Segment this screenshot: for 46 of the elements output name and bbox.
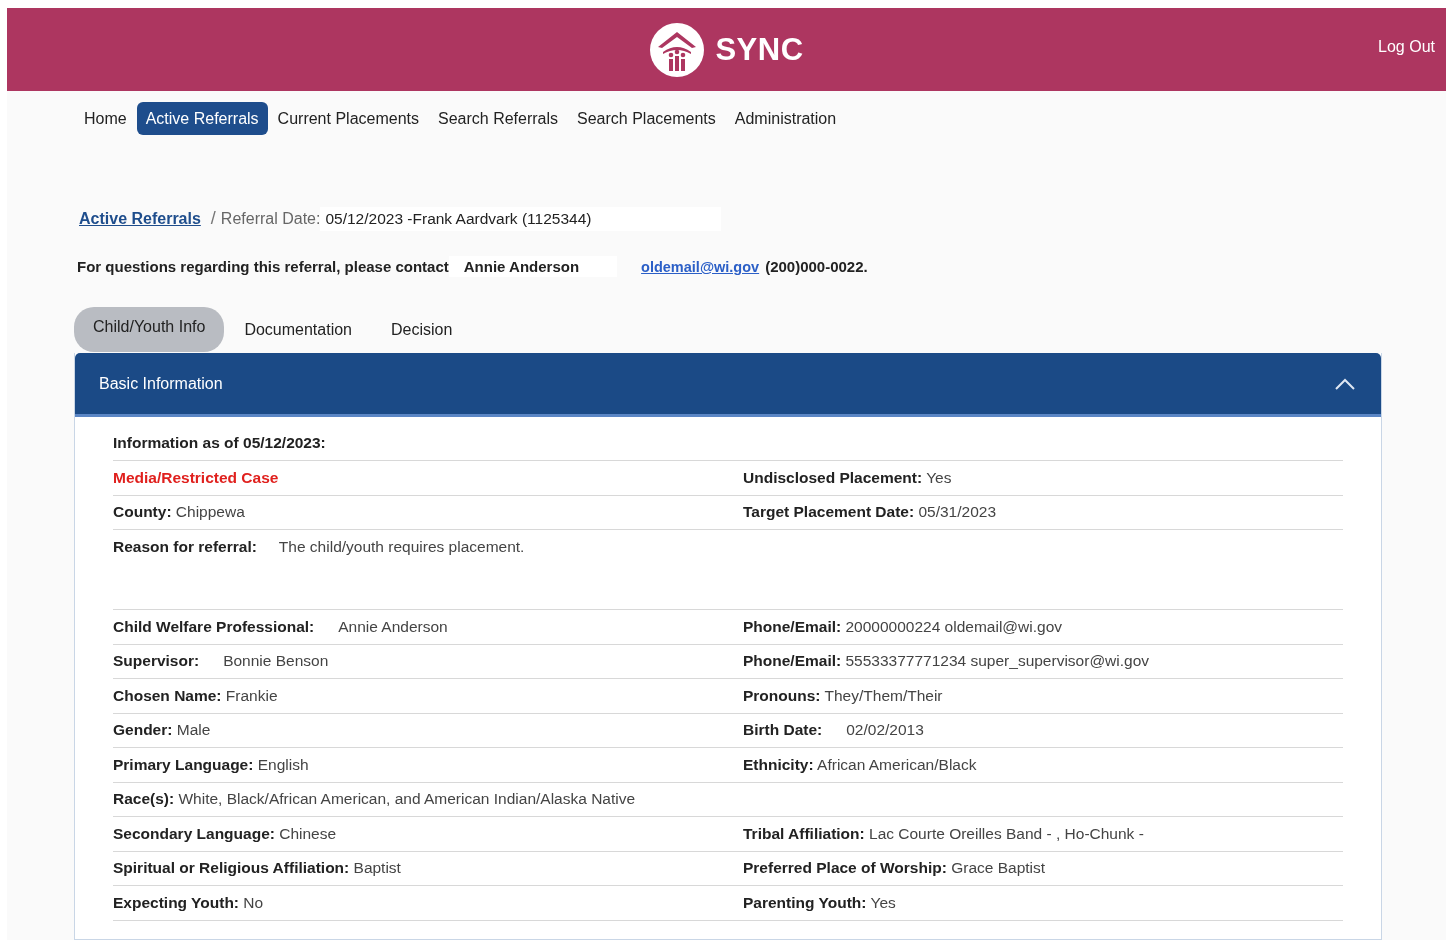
nav-tab[interactable]: Search Placements <box>568 102 725 135</box>
field-text: Phone/Email: 55533377771234 super_supervisor@wi.gov <box>743 652 1151 671</box>
field-text: Expecting Youth: No <box>113 893 265 912</box>
field-text: Race(s): White, Black/African American, and American Indian/Alaska Native <box>113 790 637 809</box>
contact-name: Annie Anderson <box>448 256 618 277</box>
chevron-up-icon[interactable] <box>1335 377 1355 390</box>
field-text: Tribal Affiliation: Lac Courte Oreilles Band - , Ho-Chunk - <box>743 824 1145 843</box>
section-heading: Information as of 05/12/2023: <box>113 434 327 453</box>
referral-date-value: 05/12/2023 -Frank Aardvark (1125344) <box>320 207 722 231</box>
field-text: Target Placement Date: 05/31/2023 <box>743 503 998 522</box>
log-out-link[interactable]: Log Out <box>1378 38 1435 56</box>
nav-tab[interactable]: Search Referrals <box>429 102 568 135</box>
field-text: Chosen Name: Frankie <box>113 686 279 705</box>
logo-icon <box>649 21 706 78</box>
panel-header[interactable]: Basic Information <box>75 353 1381 417</box>
nav-tab[interactable]: Administration <box>725 102 846 135</box>
field-text: Gender: Male <box>113 721 212 740</box>
breadcrumb-link[interactable]: Active Referrals <box>75 210 201 228</box>
brand-name: SYNC <box>715 31 804 68</box>
referral-date-label: Referral Date: <box>220 210 321 228</box>
tab[interactable]: Child/Youth Info <box>74 307 225 352</box>
tab[interactable]: Documentation <box>225 309 371 350</box>
field-text: Ethnicity: African American/Black <box>743 755 978 774</box>
nav-tab[interactable]: Home <box>75 102 136 135</box>
nav-tab[interactable]: Current Placements <box>268 102 428 135</box>
panel-title: Basic Information <box>99 374 223 393</box>
field-text: Pronouns: They/Them/Their <box>743 686 944 705</box>
field-text: Preferred Place of Worship: Grace Baptist <box>743 859 1047 878</box>
field-text: Spiritual or Religious Affiliation: Baptist <box>113 859 402 878</box>
field-text: Undisclosed Placement: Yes <box>743 468 953 487</box>
field-text: Child Welfare Professional: Annie Anderson <box>113 617 449 636</box>
field-text: Phone/Email: 20000000224 oldemail@wi.gov <box>743 617 1064 636</box>
field-text: Parenting Youth: Yes <box>743 893 897 912</box>
nav-tab[interactable]: Active Referrals <box>136 102 268 135</box>
field-text: Reason for referral: The child/youth requires placement. <box>113 538 526 556</box>
field-text: County: Chippewa <box>113 503 246 522</box>
field-text: Birth Date: 02/02/2013 <box>743 721 925 740</box>
email-link[interactable]: oldemail@wi.gov <box>641 259 760 275</box>
field-text: Secondary Language: Chinese <box>113 824 338 843</box>
breadcrumb-separator: / <box>210 208 216 229</box>
contact-text: For questions regarding this referral, please contact <box>77 258 449 275</box>
field-text: Primary Language: English <box>113 755 310 774</box>
alert-text: Media/Restricted Case <box>113 468 280 487</box>
contact-phone: (200)000-0022. <box>765 258 868 275</box>
tab[interactable]: Decision <box>372 309 472 350</box>
field-text: Supervisor: Bonnie Benson <box>113 652 330 671</box>
